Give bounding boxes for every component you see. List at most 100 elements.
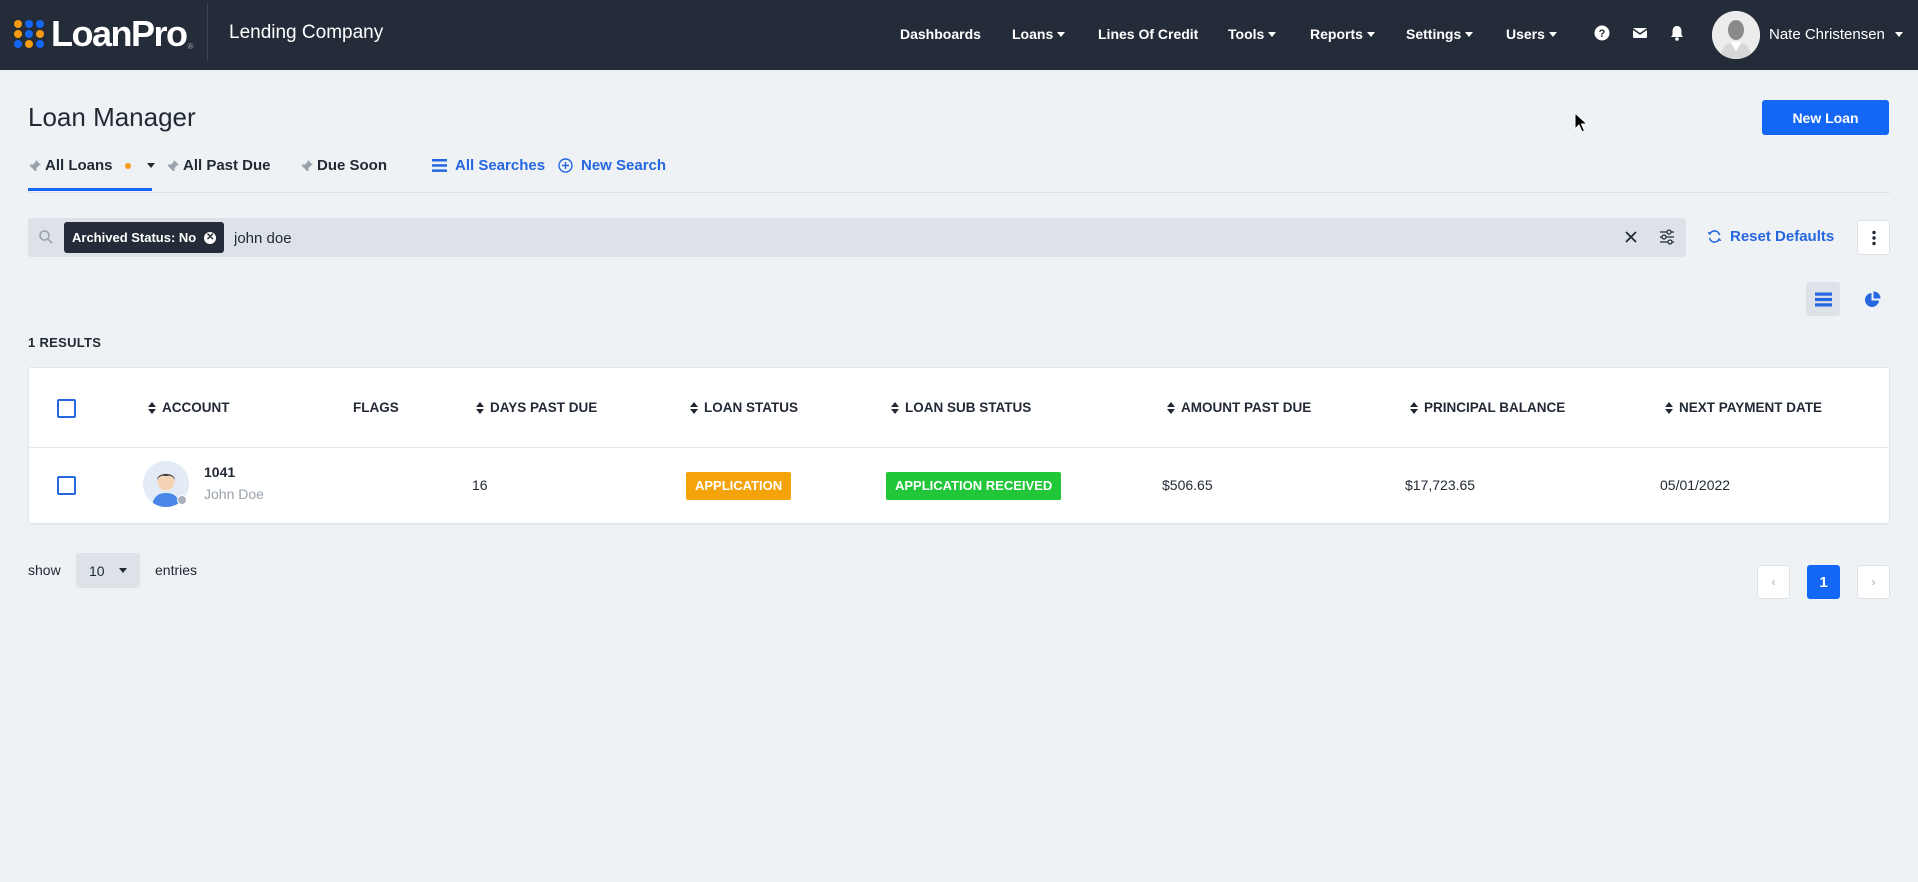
nav-dashboards[interactable]: Dashboards — [900, 26, 981, 42]
tab-due-soon-label: Due Soon — [317, 157, 387, 174]
nav-lines-of-credit-label: Lines Of Credit — [1098, 26, 1199, 42]
nav-lines-of-credit[interactable]: Lines Of Credit — [1098, 26, 1198, 42]
new-search-link[interactable]: New Search — [558, 157, 666, 174]
column-header-loan-status-label: LOAN STATUS — [704, 400, 798, 415]
list-view-icon — [1814, 292, 1832, 306]
pin-icon — [167, 159, 179, 171]
column-header-account[interactable]: ACCOUNT — [148, 400, 230, 415]
nav-reports[interactable]: Reports — [1310, 26, 1375, 42]
sort-icon — [891, 401, 899, 414]
caret-down-icon — [1548, 31, 1557, 37]
tab-due-soon[interactable]: Due Soon — [300, 157, 387, 174]
account-id-link[interactable]: 1041 — [204, 464, 235, 480]
sort-icon — [690, 401, 698, 414]
column-header-loan-status[interactable]: LOAN STATUS — [690, 400, 798, 415]
sort-icon — [148, 401, 156, 414]
mail-icon[interactable] — [1631, 24, 1649, 42]
sort-icon — [1167, 401, 1175, 414]
caret-down-icon — [118, 568, 127, 573]
chart-view-button[interactable] — [1855, 282, 1889, 316]
nav-tools[interactable]: Tools — [1228, 26, 1277, 42]
tab-all-past-due[interactable]: All Past Due — [166, 157, 271, 174]
column-header-loan-sub-status-label: LOAN SUB STATUS — [905, 400, 1032, 415]
help-icon[interactable]: ? — [1593, 24, 1611, 42]
reset-defaults-button[interactable]: Reset Defaults — [1707, 228, 1834, 245]
clear-search-icon[interactable] — [1622, 228, 1640, 246]
new-search-label: New Search — [581, 157, 667, 174]
sort-icon — [1665, 401, 1673, 414]
entries-label: entries — [155, 562, 198, 578]
remove-filter-icon[interactable]: ✕ — [204, 231, 217, 244]
tabs-divider — [28, 192, 1890, 193]
logo-text: LoanPro — [51, 13, 188, 54]
active-tab-underline — [28, 188, 152, 191]
column-header-amount-past-due[interactable]: AMOUNT PAST DUE — [1167, 400, 1311, 415]
search-icon — [39, 230, 53, 244]
reset-defaults-label: Reset Defaults — [1730, 228, 1835, 245]
list-view-button[interactable] — [1806, 282, 1840, 316]
caret-down-icon — [1465, 31, 1474, 37]
pagination-prev-button[interactable]: ‹ — [1757, 565, 1790, 599]
amount-past-due-cell: $506.65 — [1162, 477, 1213, 493]
svg-text:?: ? — [1599, 28, 1606, 40]
loanpro-logo[interactable]: LoanPro ® — [14, 16, 193, 52]
column-header-loan-sub-status[interactable]: LOAN SUB STATUS — [891, 400, 1031, 415]
refresh-icon — [1707, 230, 1722, 243]
nav-tools-label: Tools — [1228, 26, 1265, 42]
customer-name: John Doe — [204, 486, 264, 502]
column-header-next-payment-date[interactable]: NEXT PAYMENT DATE — [1665, 400, 1822, 415]
nav-reports-label: Reports — [1310, 26, 1363, 42]
column-header-flags-label: FLAGS — [353, 400, 399, 415]
kebab-menu-icon — [1871, 230, 1876, 245]
all-searches-link[interactable]: All Searches — [432, 157, 545, 174]
sort-icon — [1410, 401, 1418, 414]
page-title: Loan Manager — [28, 102, 196, 132]
entries-per-page-select[interactable]: 10 — [76, 553, 140, 588]
caret-down-icon — [1894, 32, 1903, 37]
header-divider — [29, 447, 1889, 448]
filter-chip-label: Archived Status: No — [72, 230, 197, 245]
column-header-principal-balance[interactable]: PRINCIPAL BALANCE — [1410, 400, 1565, 415]
caret-down-icon[interactable] — [146, 163, 155, 168]
column-header-days-past-due[interactable]: DAYS PAST DUE — [476, 400, 597, 415]
column-header-next-payment-date-label: NEXT PAYMENT DATE — [1679, 400, 1823, 415]
nav-loans-label: Loans — [1012, 26, 1054, 42]
more-options-button[interactable] — [1857, 220, 1890, 255]
pagination-next-button[interactable]: › — [1857, 565, 1890, 599]
nav-settings[interactable]: Settings — [1406, 26, 1474, 42]
new-loan-button[interactable]: New Loan — [1762, 100, 1889, 135]
pagination-page-1[interactable]: 1 — [1807, 565, 1840, 599]
caret-down-icon — [1057, 31, 1066, 37]
status-indicator — [177, 495, 187, 505]
filter-settings-icon[interactable] — [1658, 228, 1676, 246]
list-icon — [432, 159, 447, 172]
nav-loans[interactable]: Loans — [1012, 26, 1066, 42]
bell-icon[interactable] — [1668, 24, 1686, 42]
show-label: show — [28, 562, 61, 578]
pin-icon — [301, 159, 313, 171]
caret-down-icon — [1366, 31, 1375, 37]
filter-chip-archived-status: Archived Status: No ✕ — [64, 222, 225, 253]
row-checkbox[interactable] — [57, 476, 76, 495]
pie-chart-icon — [1864, 291, 1880, 307]
select-all-checkbox[interactable] — [57, 399, 76, 418]
next-payment-date-cell: 05/01/2022 — [1660, 477, 1731, 493]
nav-settings-label: Settings — [1406, 26, 1462, 42]
column-header-principal-balance-label: PRINCIPAL BALANCE — [1424, 400, 1566, 415]
company-name: Lending Company — [229, 22, 384, 43]
principal-balance-cell: $17,723.65 — [1405, 477, 1476, 493]
user-menu[interactable]: Nate Christensen — [1769, 26, 1903, 43]
entries-value: 10 — [89, 562, 105, 579]
search-input[interactable] — [234, 227, 1234, 249]
nav-users[interactable]: Users — [1506, 26, 1557, 42]
user-avatar[interactable] — [1712, 11, 1760, 59]
unsaved-dot-icon — [124, 162, 131, 169]
plus-circle-icon — [558, 158, 573, 173]
caret-down-icon — [1268, 31, 1277, 37]
tab-all-loans[interactable]: All Loans — [28, 157, 155, 174]
results-count: 1 RESULTS — [28, 335, 102, 350]
tab-all-past-due-label: All Past Due — [183, 157, 271, 174]
column-header-account-label: ACCOUNT — [162, 400, 230, 415]
loans-table: ACCOUNT FLAGS DAYS PAST DUE LOAN STATUS … — [28, 367, 1890, 524]
nav-dashboards-label: Dashboards — [900, 26, 981, 42]
